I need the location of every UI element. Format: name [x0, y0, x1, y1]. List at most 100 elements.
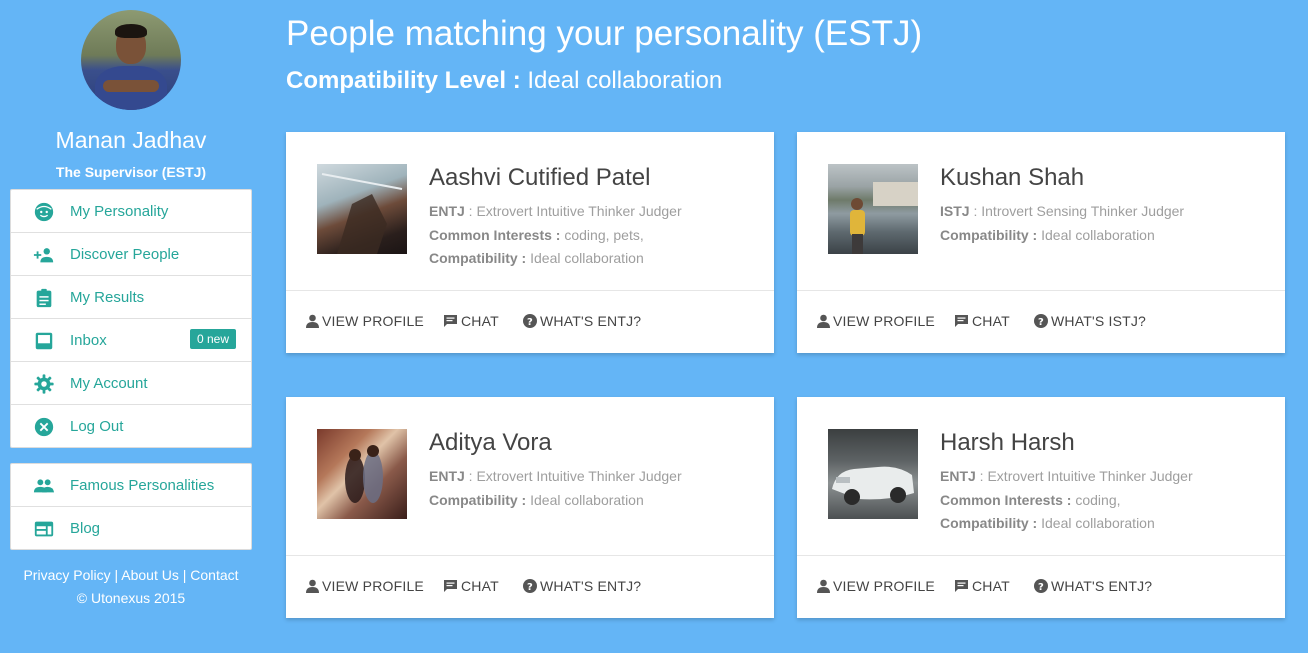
chat-icon [955, 580, 968, 592]
common-interests-value: coding, [1071, 491, 1121, 508]
chat-button[interactable]: CHAT [443, 313, 499, 329]
view-profile-button[interactable]: VIEW PROFILE [306, 578, 424, 594]
user-name: Manan Jadhav [55, 127, 207, 153]
common-interests-label: Common Interests : [429, 226, 561, 243]
compatibility-label: Compatibility : [429, 250, 527, 266]
person-photo[interactable] [828, 164, 918, 254]
whats-type-label: WHAT'S ISTJ? [1051, 313, 1147, 329]
person-name[interactable]: Aashvi Cutified Patel [429, 164, 650, 192]
about-us-link[interactable]: About Us [121, 567, 179, 583]
view-profile-button[interactable]: VIEW PROFILE [817, 578, 935, 594]
menu-item-blog[interactable]: Blog [11, 507, 251, 549]
menu-item-famous-personalities[interactable]: Famous Personalities [11, 464, 251, 507]
inbox-new-badge: 0 new [189, 329, 236, 349]
person-photo[interactable] [317, 429, 407, 519]
web-icon [34, 521, 54, 537]
chat-icon [444, 580, 457, 592]
menu-label: My Results [70, 288, 145, 306]
common-interests-label: Common Interests : [940, 491, 1072, 508]
svg-text:?: ? [527, 582, 533, 593]
copyright: © Utonexus 2015 [76, 590, 186, 606]
card-actions: VIEW PROFILE CHAT ? WHAT'S ENTJ? [286, 290, 774, 354]
chat-icon [955, 315, 968, 327]
person-info: ENTJ : Extrovert Intuitive Thinker Judge… [429, 465, 682, 512]
help-icon: ? [1034, 314, 1048, 328]
personality-code: ENTJ [940, 468, 976, 484]
user-avatar[interactable] [81, 10, 181, 110]
svg-text:?: ? [527, 317, 533, 328]
face-icon [34, 202, 54, 222]
person-icon [817, 314, 830, 328]
group-add-icon [33, 248, 54, 263]
svg-text:?: ? [1038, 582, 1044, 593]
compatibility-value: Ideal collaboration [526, 491, 644, 508]
menu-label: Blog [70, 519, 101, 537]
inbox-icon [35, 332, 53, 350]
personality-code: ENTJ [429, 203, 465, 219]
person-name[interactable]: Kushan Shah [940, 164, 1084, 192]
compatibility-level-value: Ideal collaboration [520, 67, 723, 94]
gear-icon [34, 374, 54, 394]
person-name[interactable]: Harsh Harsh [940, 429, 1075, 457]
svg-text:?: ? [1038, 317, 1044, 328]
person-photo[interactable] [317, 164, 407, 254]
card-actions: VIEW PROFILE CHAT ? WHAT'S ENTJ? [286, 555, 774, 619]
chat-label: CHAT [972, 578, 1010, 594]
compatibility-level-label: Compatibility Level : [286, 67, 521, 94]
help-icon: ? [1034, 579, 1048, 593]
compatibility-label: Compatibility : [940, 515, 1038, 531]
help-icon: ? [523, 579, 537, 593]
whats-type-label: WHAT'S ENTJ? [540, 313, 642, 329]
secondary-menu: Famous Personalities Blog [10, 463, 252, 550]
privacy-policy-link[interactable]: Privacy Policy [23, 567, 110, 583]
card-actions: VIEW PROFILE CHAT ? WHAT'S ENTJ? [797, 555, 1285, 619]
main-menu: My Personality Discover People My Result… [10, 189, 252, 448]
person-card: Kushan Shah ISTJ : Introvert Sensing Thi… [797, 132, 1285, 353]
user-personality-type: The Supervisor (ESTJ) [55, 164, 207, 180]
chat-label: CHAT [461, 578, 499, 594]
menu-item-my-account[interactable]: My Account [11, 362, 251, 405]
compatibility-value: Ideal collaboration [1037, 226, 1155, 243]
page-title: People matching your personality (ESTJ) [286, 14, 923, 53]
chat-button[interactable]: CHAT [954, 578, 1010, 594]
chat-icon [444, 315, 457, 327]
personality-description: : Extrovert Intuitive Thinker Judger [464, 468, 682, 484]
menu-item-my-personality[interactable]: My Personality [11, 190, 251, 233]
person-info: ENTJ : Extrovert Intuitive Thinker Judge… [940, 465, 1193, 536]
contact-link[interactable]: Contact [190, 567, 238, 583]
person-card: Aashvi Cutified Patel ENTJ : Extrovert I… [286, 132, 774, 353]
person-card: Harsh Harsh ENTJ : Extrovert Intuitive T… [797, 397, 1285, 618]
compatibility-label: Compatibility : [429, 491, 527, 508]
sidebar-footer: Privacy Policy | About Us | Contact © Ut… [10, 564, 252, 610]
compatibility-level: Compatibility Level : Ideal collaboratio… [286, 67, 722, 95]
view-profile-label: VIEW PROFILE [833, 578, 935, 594]
chat-label: CHAT [972, 313, 1010, 329]
view-profile-label: VIEW PROFILE [322, 313, 424, 329]
person-info: ISTJ : Introvert Sensing Thinker Judger … [940, 200, 1184, 247]
menu-item-inbox[interactable]: Inbox 0 new [11, 319, 251, 362]
menu-item-my-results[interactable]: My Results [11, 276, 251, 319]
person-info: ENTJ : Extrovert Intuitive Thinker Judge… [429, 200, 682, 271]
person-photo[interactable] [828, 429, 918, 519]
chat-button[interactable]: CHAT [443, 578, 499, 594]
view-profile-label: VIEW PROFILE [833, 313, 935, 329]
personality-description: : Extrovert Intuitive Thinker Judger [464, 203, 682, 219]
menu-label: My Personality [70, 202, 169, 220]
whats-type-button[interactable]: ? WHAT'S ENTJ? [1034, 578, 1152, 594]
cancel-icon [34, 417, 54, 437]
whats-type-button[interactable]: ? WHAT'S ISTJ? [1034, 313, 1146, 329]
view-profile-button[interactable]: VIEW PROFILE [817, 313, 935, 329]
whats-type-button[interactable]: ? WHAT'S ENTJ? [523, 313, 641, 329]
personality-code: ISTJ [940, 203, 970, 219]
person-card: Aditya Vora ENTJ : Extrovert Intuitive T… [286, 397, 774, 618]
whats-type-label: WHAT'S ENTJ? [1051, 578, 1153, 594]
footer-separator: | [110, 567, 122, 583]
person-name[interactable]: Aditya Vora [429, 429, 552, 457]
whats-type-button[interactable]: ? WHAT'S ENTJ? [523, 578, 641, 594]
menu-item-discover-people[interactable]: Discover People [11, 233, 251, 276]
personality-code: ENTJ [429, 468, 465, 484]
menu-item-log-out[interactable]: Log Out [11, 405, 251, 447]
view-profile-button[interactable]: VIEW PROFILE [306, 313, 424, 329]
menu-label: Log Out [70, 417, 124, 435]
chat-button[interactable]: CHAT [954, 313, 1010, 329]
